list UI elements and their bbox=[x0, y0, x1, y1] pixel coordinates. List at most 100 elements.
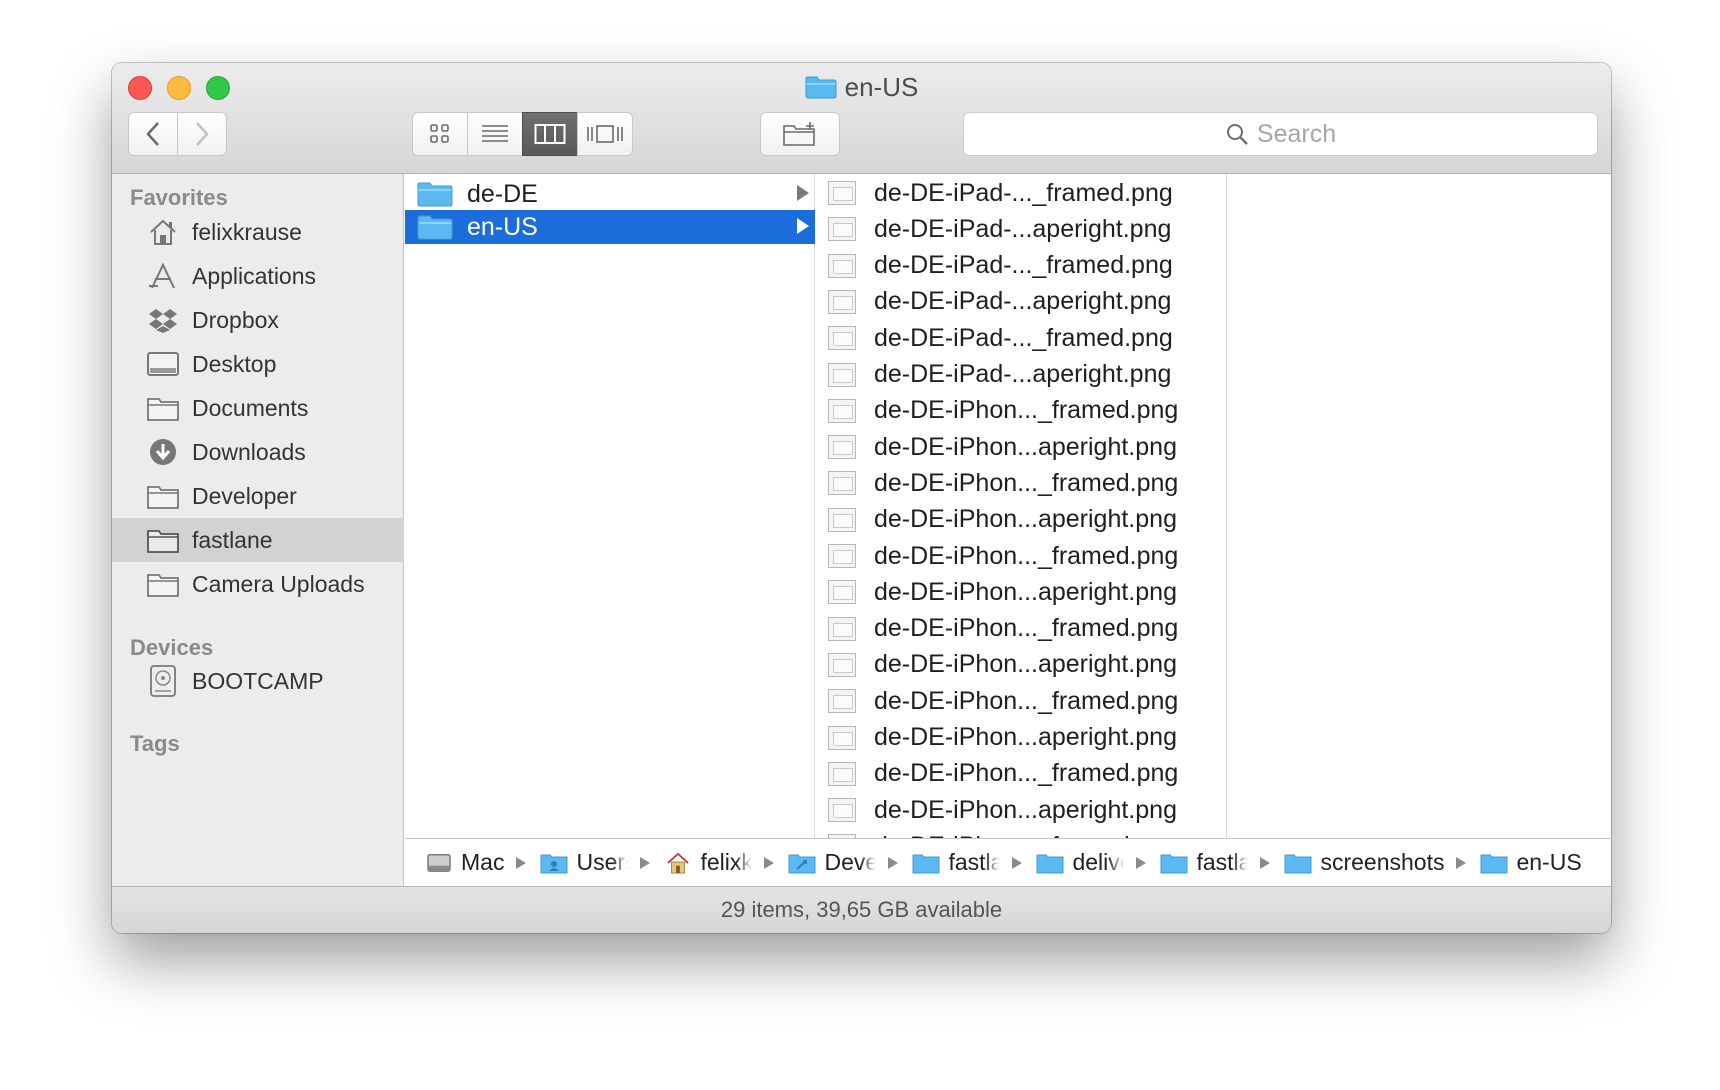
folder-icon bbox=[1036, 854, 1064, 873]
file-name: de-DE-iPhon...aperight.png bbox=[874, 723, 1177, 751]
path-bar: Mac Users felixkrause Developer fastlane… bbox=[405, 838, 1611, 886]
sidebar-item-camera-uploads[interactable]: Camera Uploads bbox=[112, 562, 404, 606]
image-file-icon bbox=[828, 253, 856, 278]
sidebar-item-dropbox[interactable]: Dropbox bbox=[112, 298, 404, 342]
search-field[interactable]: Search bbox=[963, 112, 1598, 156]
file-row[interactable]: de-DE-iPad-...aperight.png bbox=[816, 211, 1226, 247]
folder-icon bbox=[417, 182, 453, 207]
path-crumb-users[interactable]: Users bbox=[540, 849, 664, 876]
path-separator-icon bbox=[1260, 856, 1271, 869]
folder-row-de-de[interactable]: de-DE bbox=[405, 177, 815, 211]
folder-icon bbox=[146, 525, 180, 555]
file-name: de-DE-iPhon...aperight.png bbox=[874, 505, 1177, 534]
image-file-icon bbox=[828, 544, 856, 568]
sidebar-item-label: felixkrause bbox=[192, 218, 302, 245]
path-crumb-developer[interactable]: Developer bbox=[788, 849, 912, 876]
file-row[interactable]: de-DE-iPhon...aperight.png bbox=[816, 502, 1226, 538]
status-bar: 29 items, 39,65 GB available bbox=[112, 886, 1611, 933]
file-name: de-DE-iPad-..._framed.png bbox=[874, 251, 1173, 280]
folder-icon bbox=[417, 215, 453, 240]
file-row[interactable]: de-DE-iPad-..._framed.png bbox=[816, 248, 1226, 284]
crumb-label: fastlane bbox=[1196, 849, 1248, 875]
path-crumb-screenshots[interactable]: screenshots bbox=[1284, 849, 1480, 876]
sidebar-item-developer[interactable]: Developer bbox=[112, 474, 404, 518]
list-view-button[interactable] bbox=[467, 112, 523, 156]
icon-view-button[interactable] bbox=[412, 112, 468, 156]
file-name: de-DE-iPhon..._framed.png bbox=[874, 686, 1179, 715]
image-file-icon bbox=[828, 580, 856, 605]
folder-icon bbox=[912, 854, 940, 873]
sidebar-item-downloads[interactable]: Downloads bbox=[112, 430, 404, 474]
file-row[interactable]: de-DE-iPhon..._framed.png bbox=[816, 611, 1226, 647]
file-row[interactable]: de-DE-iPad-...aperight.png bbox=[816, 284, 1226, 320]
file-row[interactable]: de-DE-iPhon..._framed.png bbox=[816, 828, 1226, 838]
folder-icon bbox=[1284, 854, 1312, 873]
file-row[interactable]: de-DE-iPhon...aperight.png bbox=[816, 792, 1226, 828]
file-name: de-DE-iPad-...aperight.png bbox=[874, 287, 1172, 316]
path-separator-icon bbox=[1456, 856, 1467, 869]
image-file-icon bbox=[828, 507, 856, 532]
folder-icon bbox=[146, 481, 180, 511]
sidebar-item-desktop[interactable]: Desktop bbox=[112, 342, 404, 386]
chevron-right-icon bbox=[196, 122, 209, 146]
finder-window: en-US Search Favorites felixkrause Appli… bbox=[112, 63, 1611, 933]
path-crumb-felixkrause[interactable]: felixkrause bbox=[664, 849, 788, 876]
image-file-icon bbox=[828, 398, 856, 423]
column-1: de-DE en-US bbox=[405, 174, 815, 838]
users-folder-icon bbox=[540, 854, 568, 873]
forward-button[interactable] bbox=[177, 112, 227, 156]
applications-icon bbox=[146, 261, 180, 291]
path-crumb-en-us[interactable]: en-US bbox=[1480, 849, 1582, 876]
file-row[interactable]: de-DE-iPhon...aperight.png bbox=[816, 574, 1226, 610]
file-row[interactable]: de-DE-iPhon..._framed.png bbox=[816, 393, 1226, 429]
list-view-icon bbox=[482, 125, 508, 142]
window-title: en-US bbox=[112, 71, 1611, 103]
search-placeholder: Search bbox=[1256, 119, 1337, 148]
file-row[interactable]: de-DE-iPad-...aperight.png bbox=[816, 357, 1226, 393]
folder-icon bbox=[146, 569, 180, 599]
crumb-label: Mac bbox=[461, 849, 505, 875]
new-folder-button[interactable] bbox=[760, 112, 840, 156]
file-row[interactable]: de-DE-iPad-..._framed.png bbox=[816, 320, 1226, 356]
path-crumb-fastlane[interactable]: fastlane bbox=[912, 849, 1036, 876]
path-separator-icon bbox=[1136, 856, 1147, 869]
file-row[interactable]: de-DE-iPhon...aperight.png bbox=[816, 720, 1226, 756]
window-title-text: en-US bbox=[844, 72, 919, 102]
column-view-icon bbox=[534, 124, 566, 144]
file-row[interactable]: de-DE-iPhon..._framed.png bbox=[816, 756, 1226, 792]
cover-flow-view-button[interactable] bbox=[577, 112, 633, 156]
sidebar-item-label: Dropbox bbox=[192, 306, 279, 333]
sidebar-item-fastlane[interactable]: fastlane bbox=[112, 518, 404, 562]
file-row[interactable]: de-DE-iPhon..._framed.png bbox=[816, 683, 1226, 719]
image-file-icon bbox=[828, 326, 856, 351]
path-crumb-deliver[interactable]: deliver bbox=[1036, 849, 1160, 876]
folder-icon bbox=[805, 76, 837, 99]
folder-icon bbox=[1480, 854, 1508, 873]
file-name: de-DE-iPad-..._framed.png bbox=[874, 178, 1173, 207]
path-crumb-fastlane-2[interactable]: fastlane bbox=[1160, 849, 1284, 876]
favorites-header: Favorites bbox=[130, 185, 228, 210]
new-folder-icon bbox=[783, 122, 815, 146]
sidebar-item-felixkrause[interactable]: felixkrause bbox=[112, 210, 404, 254]
file-row[interactable]: de-DE-iPhon..._framed.png bbox=[816, 465, 1226, 501]
folder-icon bbox=[146, 393, 180, 423]
file-row[interactable]: de-DE-iPhon..._framed.png bbox=[816, 538, 1226, 574]
file-row[interactable]: de-DE-iPhon...aperight.png bbox=[816, 647, 1226, 683]
file-row[interactable]: de-DE-iPhon...aperight.png bbox=[816, 429, 1226, 465]
crumb-label: screenshots bbox=[1320, 849, 1445, 875]
column-view-button[interactable] bbox=[522, 112, 578, 156]
file-row[interactable]: de-DE-iPad-..._framed.png bbox=[816, 175, 1226, 211]
dropbox-icon bbox=[146, 305, 180, 335]
sidebar-item-applications[interactable]: Applications bbox=[112, 254, 404, 298]
back-button[interactable] bbox=[128, 112, 178, 156]
image-file-icon bbox=[828, 652, 856, 677]
hard-disk-icon bbox=[427, 853, 451, 872]
column-3 bbox=[1228, 174, 1611, 838]
disk-icon bbox=[146, 665, 180, 697]
sidebar-item-bootcamp[interactable]: BOOTCAMP bbox=[112, 659, 404, 703]
path-crumb-mac[interactable]: Mac bbox=[425, 849, 540, 876]
status-text: 29 items, 39,65 GB available bbox=[720, 897, 1003, 922]
folder-row-en-us[interactable]: en-US bbox=[405, 210, 815, 244]
sidebar-item-documents[interactable]: Documents bbox=[112, 386, 404, 430]
folder-label: de-DE bbox=[467, 179, 538, 208]
